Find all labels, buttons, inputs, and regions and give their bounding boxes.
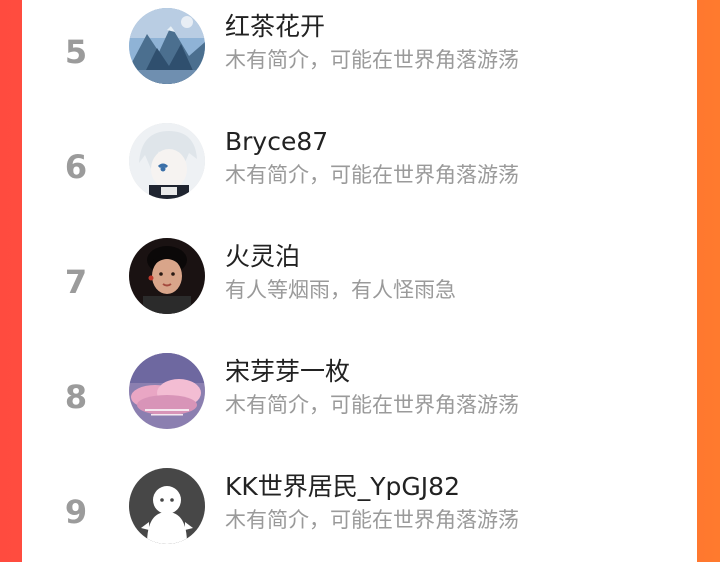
user-bio: 木有简介，可能在世界角落游荡 bbox=[225, 508, 519, 532]
user-avatar[interactable] bbox=[129, 353, 205, 429]
user-bio: 木有简介，可能在世界角落游荡 bbox=[225, 163, 519, 187]
ranking-row[interactable]: 7 火灵泊 有人等烟雨，有人怪雨急 bbox=[22, 238, 697, 330]
mountain-painting-avatar-icon bbox=[129, 8, 205, 84]
ranking-row[interactable]: 9 KK世界居民_YpGJ82 木有简介，可能在世界角落游荡 bbox=[22, 468, 697, 560]
user-avatar[interactable] bbox=[129, 123, 205, 199]
default-ghost-avatar-icon bbox=[129, 468, 205, 544]
user-name[interactable]: 宋芽芽一枚 bbox=[225, 355, 350, 389]
rank-number: 8 bbox=[64, 378, 88, 416]
user-name[interactable]: KK世界居民_YpGJ82 bbox=[225, 470, 460, 504]
user-name[interactable]: Bryce87 bbox=[225, 125, 328, 159]
user-avatar[interactable] bbox=[129, 468, 205, 544]
user-avatar[interactable] bbox=[129, 8, 205, 84]
ranking-row[interactable]: 6 Bryce87 木有简介，可能在世界角落游荡 bbox=[22, 123, 697, 215]
portrait-photo-avatar-icon bbox=[129, 238, 205, 314]
rank-number: 6 bbox=[64, 148, 88, 186]
rank-number: 9 bbox=[64, 493, 88, 531]
rank-number: 7 bbox=[64, 263, 88, 301]
anime-character-avatar-icon bbox=[129, 123, 205, 199]
user-avatar[interactable] bbox=[129, 238, 205, 314]
rank-number: 5 bbox=[64, 33, 88, 71]
user-name[interactable]: 红茶花开 bbox=[225, 10, 325, 44]
ranking-row[interactable]: 5 红茶花开 木有简介，可能在世界角落游荡 bbox=[22, 8, 697, 100]
user-bio: 木有简介，可能在世界角落游荡 bbox=[225, 48, 519, 72]
user-bio: 木有简介，可能在世界角落游荡 bbox=[225, 393, 519, 417]
user-name[interactable]: 火灵泊 bbox=[225, 240, 300, 274]
pink-cloud-sky-avatar-icon bbox=[129, 353, 205, 429]
ranking-row[interactable]: 8 宋芽芽一枚 木有简介，可能在世界角落游荡 bbox=[22, 353, 697, 445]
user-bio: 有人等烟雨，有人怪雨急 bbox=[225, 278, 456, 302]
ranking-list-card: 5 红茶花开 木有简介，可能在世界角落游荡 6 Bryce87 木有简介，可能在… bbox=[22, 0, 697, 562]
